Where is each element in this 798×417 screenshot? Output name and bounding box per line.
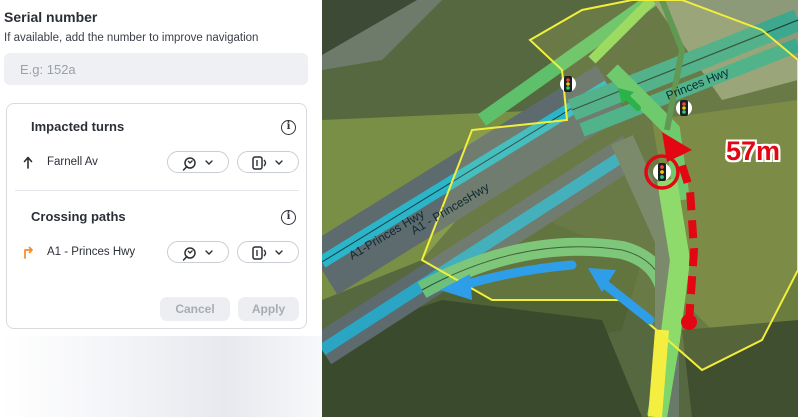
traffic-light-icon[interactable] — [560, 76, 576, 92]
turn-right-arrow-icon — [24, 246, 33, 259]
traffic-light-icon[interactable] — [676, 100, 692, 116]
serial-number-hint: If available, add the number to improve … — [4, 32, 259, 44]
arrow-up-icon — [23, 156, 33, 169]
crossing-paths-title: Crossing paths — [31, 209, 126, 224]
signal-head-icon — [182, 247, 213, 261]
serial-number-title: Serial number — [4, 9, 98, 25]
map-view[interactable]: A1-Princes Hwy A1 - PrincesHwy Princes H… — [322, 0, 798, 417]
pedestrian-signal-dropdown[interactable] — [237, 151, 299, 173]
serial-number-input[interactable] — [4, 53, 308, 85]
impacted-turns-title: Impacted turns — [31, 119, 125, 134]
signal-head-icon — [182, 157, 213, 171]
crossing-label-princes-hwy: A1 - Princes Hwy — [47, 246, 136, 258]
apply-button[interactable]: Apply — [238, 297, 299, 321]
vehicle-signal-dropdown[interactable] — [167, 151, 229, 173]
satellite-map: A1-Princes Hwy A1 - PrincesHwy Princes H… — [322, 0, 798, 417]
info-icon[interactable]: i — [281, 120, 296, 135]
panel-footer-area — [0, 336, 322, 417]
distance-label: 57m — [726, 136, 781, 166]
info-icon[interactable]: i — [281, 210, 296, 225]
section-divider — [15, 190, 299, 191]
pedestrian-signal-icon — [252, 156, 283, 170]
turns-card: Impacted turns i Farnell Av Crossing pat… — [6, 103, 307, 329]
configuration-panel: Serial number If available, add the numb… — [0, 0, 322, 417]
pedestrian-signal-icon — [252, 246, 283, 260]
pedestrian-signal-dropdown[interactable] — [237, 241, 299, 263]
cancel-button[interactable]: Cancel — [160, 297, 230, 321]
turn-label-farnell-av: Farnell Av — [47, 156, 98, 168]
vehicle-signal-dropdown[interactable] — [167, 241, 229, 263]
